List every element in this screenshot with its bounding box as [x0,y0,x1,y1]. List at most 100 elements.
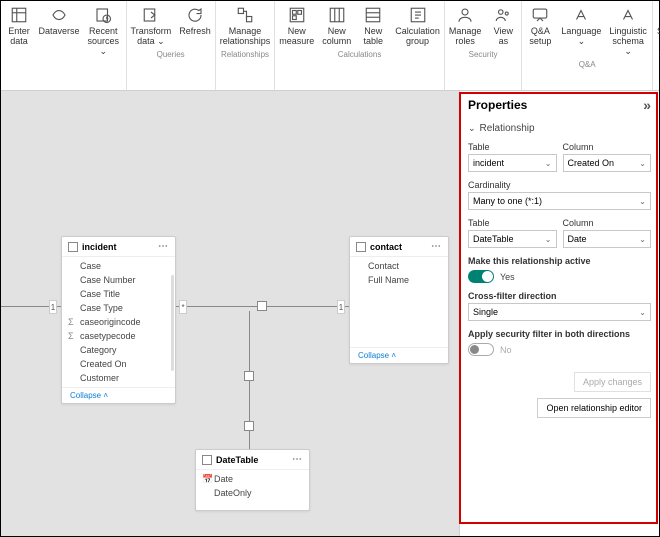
ribbon-group-caption: Q&A [522,59,652,71]
field-name: Created On [80,359,127,369]
ribbon-language[interactable]: Language⌄ [558,3,604,59]
field-name: DateOnly [214,488,252,498]
ribbon-label: Transformdata ⌄ [131,27,172,47]
ribbon-transform[interactable]: Transformdata ⌄ [127,3,176,49]
label-column: Column [563,142,652,152]
field-row[interactable]: Full Name [350,273,448,287]
sigma-icon: 📅 [202,474,213,485]
field-row[interactable]: Contact [350,259,448,273]
table-title: contact [370,242,402,252]
apply-changes-button: Apply changes [574,372,651,392]
ribbon-group-caption: Queries [127,49,215,61]
chevron-down-icon: ⌄ [639,308,646,317]
select-cardinality[interactable]: Many to one (*:1)⌄ [468,192,651,210]
ribbon-table[interactable]: Enterdata [1,3,37,59]
table-icon [202,455,212,465]
section-header[interactable]: ⌄ Relationship [468,113,651,134]
ribbon-manage-rel[interactable]: Managerelationships [216,3,275,49]
ribbon-new-table[interactable]: Newtable [355,3,391,49]
chevron-down-icon: ⌄ [468,123,476,134]
select-table-2[interactable]: DateTable⌄ [468,230,557,248]
field-name: Category [80,345,117,355]
ribbon-label: Linguisticschema ⌄ [608,27,648,57]
ribbon-calc-group[interactable]: Calculationgroup [391,3,444,49]
ribbon-refresh[interactable]: Refresh [175,3,215,49]
collapse-link[interactable]: Collapse ˄ [62,387,175,403]
field-row[interactable]: Customer [62,371,175,385]
ribbon-label: Viewas [494,27,513,47]
relationship-node[interactable] [257,301,267,311]
field-row[interactable]: Case Number [62,273,175,287]
qa-icon [530,5,550,25]
field-row[interactable]: Σcaseorigincode [62,315,175,329]
field-row[interactable]: Case Type [62,301,175,315]
chevron-up-icon: ˄ [391,351,396,360]
measure-icon [287,5,307,25]
cardinality-many: * [179,300,187,314]
ribbon-qa[interactable]: Q&Asetup [522,3,558,59]
chevron-down-icon: ⌄ [639,235,646,244]
ribbon-label: Newmeasure [279,27,314,47]
ribbon-label: Newcolumn [322,27,351,47]
ribbon-label: Refresh [179,27,211,37]
recent-icon [93,5,113,25]
field-row[interactable]: Case [62,259,175,273]
ribbon-label: Managerelationships [220,27,271,47]
table-card-incident[interactable]: incident ⋯ Case Case Number Case Title Case… [61,236,176,404]
field-row[interactable]: Created On [62,357,175,371]
ribbon-schema[interactable]: Linguisticschema ⌄ [604,3,652,59]
field-name: Case Number [80,275,136,285]
ribbon-dataverse[interactable]: Dataverse [37,3,81,59]
relationship-node[interactable] [244,421,254,431]
table-title: incident [82,242,117,252]
toggle-active[interactable] [468,270,494,283]
properties-panel: Properties » ⌄ Relationship Table incide… [459,91,659,536]
select-table-1[interactable]: incident⌄ [468,154,557,172]
toggle-active-value: Yes [500,272,515,282]
ribbon-group-caption: Security [445,49,522,61]
table-card-contact[interactable]: contact ⋯ Contact Full Name Collapse ˄ [349,236,449,364]
table-icon [9,5,29,25]
field-name: casetypecode [80,331,136,341]
chevron-up-icon: ˄ [103,391,108,400]
field-row[interactable]: Case Title [62,287,175,301]
cardinality-one: 1 [337,300,345,314]
relationship-node[interactable] [244,371,254,381]
table-menu-icon[interactable]: ⋯ [158,241,169,252]
ribbon-recent[interactable]: Recentsources ⌄ [81,3,126,59]
select-column-1[interactable]: Created On⌄ [563,154,652,172]
table-title: DateTable [216,455,258,465]
field-row[interactable]: Σcasetypecode [62,329,175,343]
ribbon-group-caption: Calculations [275,49,444,61]
field-row[interactable]: DateOnly [196,486,309,500]
column-icon [327,5,347,25]
label-active: Make this relationship active [468,256,651,266]
ribbon-column[interactable]: Newcolumn [318,3,355,49]
table-menu-icon[interactable]: ⋯ [292,454,303,465]
select-cross-filter[interactable]: Single⌄ [468,303,651,321]
toggle-security-value: No [500,345,512,355]
ribbon-label: Recentsources ⌄ [85,27,122,57]
collapse-panel-icon[interactable]: » [643,97,651,113]
field-row[interactable]: Category [62,343,175,357]
field-name: Case Title [80,289,120,299]
ribbon-measure[interactable]: Newmeasure [275,3,318,49]
open-relationship-editor-button[interactable]: Open relationship editor [537,398,651,418]
ribbon-group-caption: Sensitivity [653,49,660,61]
field-row[interactable]: 📅Date [196,472,309,486]
table-menu-icon[interactable]: ⋯ [431,241,442,252]
ribbon-roles[interactable]: Manageroles [445,3,486,49]
select-column-2[interactable]: Date⌄ [563,230,652,248]
roles-icon [455,5,475,25]
table-card-datetable[interactable]: DateTable ⋯ 📅Date DateOnly [195,449,310,511]
toggle-security-filter[interactable] [468,343,494,356]
ribbon-label: Newtable [364,27,384,47]
cardinality-one: 1 [49,300,57,314]
ribbon-sensitivity[interactable]: Sensitivity⌄ [653,3,660,49]
ribbon-label: Enterdata [8,27,30,47]
ribbon-view-as[interactable]: Viewas [485,3,521,49]
field-name: Full Name [368,275,409,285]
label-table: Table [468,218,557,228]
chevron-down-icon: ⌄ [639,197,646,206]
collapse-link[interactable]: Collapse ˄ [350,347,448,363]
